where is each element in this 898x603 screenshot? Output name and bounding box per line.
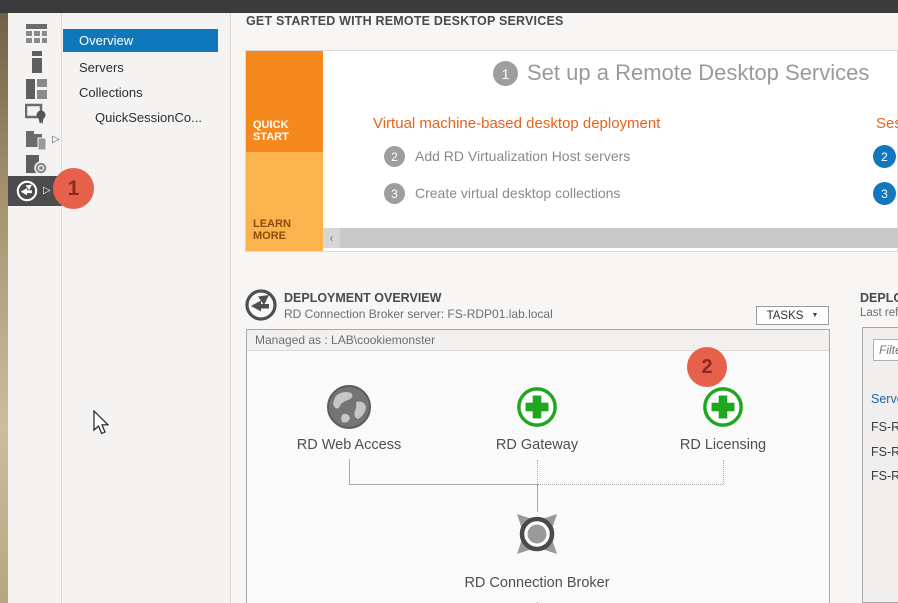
connector-licensing-v <box>723 460 724 484</box>
server-row[interactable]: FS-RD <box>871 469 898 483</box>
deployment-servers-subtitle: Last ref <box>860 307 898 319</box>
learn-more-tab[interactable]: LEARN MORE <box>246 152 323 251</box>
node-label-rd-connection-broker: RD Connection Broker <box>464 575 609 591</box>
node-label-rd-gateway: RD Gateway <box>496 437 578 453</box>
scroll-left-button[interactable]: ‹ <box>323 228 340 248</box>
deployment-servers-panel: Serve FS-RD FS-RD FS-RD <box>862 327 898 603</box>
step-1-circle: 1 <box>493 61 518 86</box>
deployment-overview-title: DEPLOYMENT OVERVIEW <box>284 291 441 305</box>
mouse-cursor <box>93 410 109 436</box>
dashboard-icon <box>25 23 49 45</box>
session-step-2-circle[interactable]: 2 <box>873 145 896 168</box>
vm-step-2-circle: 2 <box>384 146 405 167</box>
learn-more-label: LEARN MORE <box>253 218 323 242</box>
rds-logo-icon <box>244 288 278 322</box>
managed-as-bar: Managed as : LAB\cookiemonster <box>247 330 829 351</box>
callout-2-badge: 2 <box>687 347 727 387</box>
vm-step-3-circle: 3 <box>384 183 405 204</box>
desktop-background-sliver <box>0 13 8 603</box>
session-deployment-heading[interactable]: Ses <box>876 115 898 132</box>
step-1-heading[interactable]: Set up a Remote Desktop Services <box>527 60 869 86</box>
node-label-rd-web-access: RD Web Access <box>297 437 402 453</box>
expand-arrow-icon[interactable]: ▷ <box>52 135 60 145</box>
rds-icon <box>15 179 39 203</box>
quick-start-tab[interactable]: QUICK START <box>246 51 323 152</box>
connector-licensing-h <box>537 484 723 485</box>
managed-as-text: Managed as : LAB\cookiemonster <box>255 333 435 347</box>
globe-icon[interactable] <box>326 384 372 430</box>
vm-deployment-heading[interactable]: Virtual machine-based desktop deployment <box>373 115 660 132</box>
connector-webaccess-h <box>349 484 538 485</box>
scroll-left-icon: ‹ <box>330 231 334 245</box>
green-plus-icon[interactable] <box>702 386 744 428</box>
horizontal-scrollbar[interactable] <box>340 228 898 248</box>
sidebar-item-ad-ds[interactable] <box>17 101 61 127</box>
nav-item-collections[interactable]: Collections <box>63 81 218 104</box>
sidebar-iconbar: ▷ ▷ <box>8 13 62 603</box>
nav-item-overview[interactable]: Overview <box>63 29 218 52</box>
server-row[interactable]: FS-RD <box>871 420 898 434</box>
main-content: GET STARTED WITH REMOTE DESKTOP SERVICES… <box>232 13 898 603</box>
broker-icon[interactable] <box>513 510 561 558</box>
node-label-rd-licensing: RD Licensing <box>680 437 766 453</box>
sidebar-item-all-servers[interactable] <box>17 76 61 102</box>
server-column-header[interactable]: Serve <box>871 392 898 406</box>
session-step-3-circle[interactable]: 3 <box>873 182 896 205</box>
connector-broker-v <box>537 484 538 512</box>
nav-item-quicksessioncollection[interactable]: QuickSessionCo... <box>63 106 218 129</box>
sidebar-item-file-storage[interactable]: ▷ <box>17 127 61 153</box>
green-plus-icon[interactable] <box>516 386 558 428</box>
local-server-icon <box>25 50 49 74</box>
server-manager-window: ▷ ▷ 1 Overview Servers Collections Quick… <box>0 0 898 603</box>
server-row[interactable]: FS-RD <box>871 445 898 459</box>
connector-webaccess-v <box>349 459 350 484</box>
callout-1-badge: 1 <box>53 168 94 209</box>
dropdown-caret-icon: ▼ <box>811 312 818 319</box>
get-started-banner: QUICK START LEARN MORE 1 Set up a Remote… <box>245 50 898 252</box>
deployment-overview-subtitle: RD Connection Broker server: FS-RDP01.la… <box>284 307 553 321</box>
vm-step-3-label[interactable]: Create virtual desktop collections <box>415 185 620 201</box>
rds-nav-pane: Overview Servers Collections QuickSessio… <box>63 13 231 603</box>
file-storage-icon <box>25 129 49 151</box>
tasks-dropdown-button[interactable]: TASKS ▼ <box>756 306 829 325</box>
nav-item-servers[interactable]: Servers <box>63 56 218 79</box>
get-started-title: GET STARTED WITH REMOTE DESKTOP SERVICES <box>246 14 564 28</box>
deployment-overview-panel: Managed as : LAB\cookiemonster RD Web Ac… <box>246 329 830 603</box>
vm-step-2-label[interactable]: Add RD Virtualization Host servers <box>415 148 630 164</box>
quick-start-label: QUICK START <box>253 119 323 143</box>
all-servers-icon <box>25 78 49 100</box>
ad-ds-icon <box>25 103 49 125</box>
sidebar-item-services[interactable] <box>17 152 61 178</box>
tasks-label: TASKS <box>767 310 804 322</box>
connector-gateway-v <box>537 460 538 484</box>
services-icon <box>25 154 49 176</box>
sidebar-item-dashboard[interactable] <box>17 21 61 47</box>
window-top-strip <box>0 0 898 13</box>
deployment-servers-title: DEPLO <box>860 291 898 305</box>
filter-input[interactable] <box>873 339 898 361</box>
sidebar-item-local-server[interactable] <box>17 49 61 75</box>
expand-arrow-icon[interactable]: ▷ <box>43 186 51 196</box>
